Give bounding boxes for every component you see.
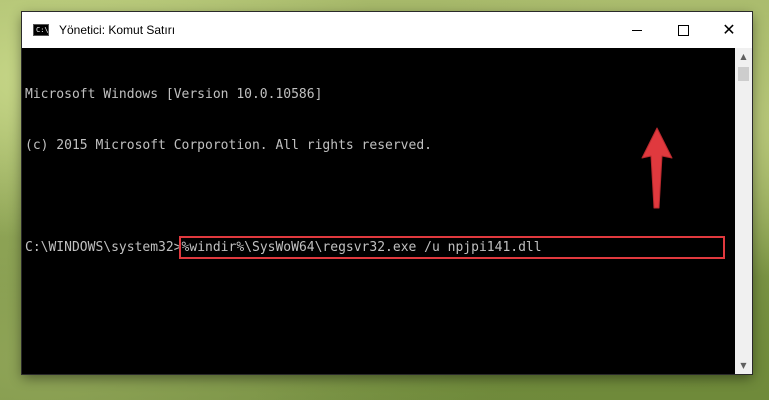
vertical-scrollbar[interactable]: ▲ ▼ <box>735 48 752 374</box>
minimize-icon <box>632 29 642 31</box>
command-text: %windir%\SysWoW64\regsvr32.exe /u npjpi1… <box>181 240 542 255</box>
console-output[interactable]: Microsoft Windows [Version 10.0.10586] (… <box>22 48 734 374</box>
console-command-line: C:\WINDOWS\system32>%windir%\SysWoW64\re… <box>25 236 734 259</box>
scrollbar-thumb[interactable] <box>738 67 749 81</box>
highlighted-command[interactable]: %windir%\SysWoW64\regsvr32.exe /u npjpi1… <box>178 236 725 259</box>
chevron-up-icon: ▲ <box>740 52 747 61</box>
scroll-down-button[interactable]: ▼ <box>735 357 752 374</box>
chevron-down-icon: ▼ <box>740 361 747 370</box>
close-icon: ✕ <box>722 20 736 39</box>
console-line-version: Microsoft Windows [Version 10.0.10586] <box>25 87 323 102</box>
console-line-copyright: (c) 2015 Microsoft Corporotion. All righ… <box>25 138 432 153</box>
scroll-up-button[interactable]: ▲ <box>735 48 752 65</box>
minimize-button[interactable] <box>614 12 660 48</box>
cmd-icon[interactable]: C:\ <box>33 24 49 36</box>
title-bar[interactable]: C:\ Yönetici: Komut Satırı ✕ <box>22 12 752 48</box>
cmd-icon-prompt: C:\ <box>36 26 49 34</box>
red-arrow-icon <box>641 127 673 209</box>
close-button[interactable]: ✕ <box>706 12 752 48</box>
console-prompt: C:\WINDOWS\system32> <box>25 240 182 255</box>
maximize-button[interactable] <box>660 12 706 48</box>
window-title: Yönetici: Komut Satırı <box>59 23 176 37</box>
window-controls: ✕ <box>614 12 752 48</box>
maximize-icon <box>677 24 689 36</box>
